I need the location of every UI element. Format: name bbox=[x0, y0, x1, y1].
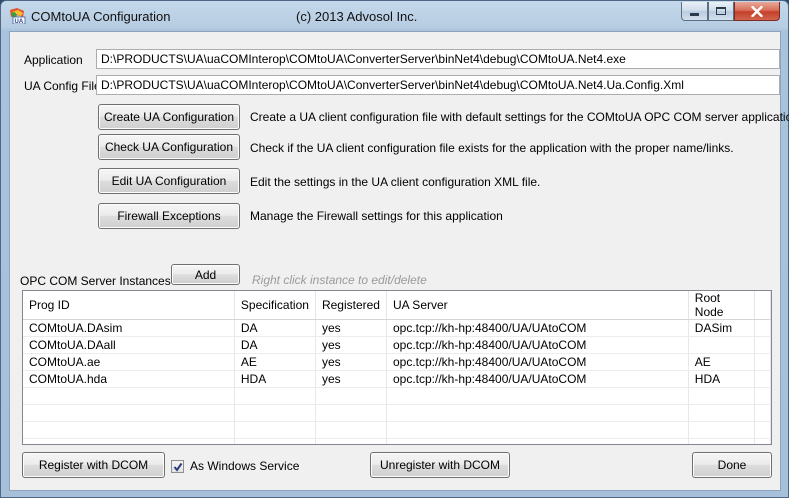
column-header-filler bbox=[754, 291, 771, 320]
ua-app-icon: UA bbox=[10, 8, 26, 24]
empty-row bbox=[23, 421, 771, 439]
instance-row[interactable]: COMtoUA.DAsim DA yes opc.tcp://kh-hp:484… bbox=[23, 319, 771, 337]
ua-config-file-label: UA Config File bbox=[24, 79, 101, 93]
root-node-cell: AE bbox=[688, 353, 756, 371]
check-ua-configuration-button[interactable]: Check UA Configuration bbox=[98, 134, 240, 160]
application-path-field[interactable]: D:\PRODUCTS\UA\uaCOMInterop\COMtoUA\Conv… bbox=[96, 49, 780, 69]
create-ua-configuration-button[interactable]: Create UA Configuration bbox=[98, 104, 240, 130]
ua-server-cell: opc.tcp://kh-hp:48400/UA/UAtoCOM bbox=[386, 319, 689, 337]
specification-cell: AE bbox=[234, 353, 316, 371]
svg-text:UA: UA bbox=[15, 19, 24, 24]
root-node-cell: HDA bbox=[688, 370, 756, 388]
create-ua-configuration-description: Create a UA client configuration file wi… bbox=[250, 110, 789, 124]
specification-cell: DA bbox=[234, 319, 316, 337]
column-header-ua-server[interactable]: UA Server bbox=[386, 291, 689, 320]
root-node-cell: DASim bbox=[688, 319, 756, 337]
instances-header-row: Prog ID Specification Registered UA Serv… bbox=[23, 291, 771, 320]
column-header-specification[interactable]: Specification bbox=[234, 291, 316, 320]
application-label: Application bbox=[24, 53, 83, 67]
registered-cell: yes bbox=[315, 336, 387, 354]
column-header-prog-id[interactable]: Prog ID bbox=[23, 291, 235, 320]
edit-ua-configuration-description: Edit the settings in the UA client confi… bbox=[250, 175, 541, 189]
instance-row[interactable]: COMtoUA.DAall DA yes opc.tcp://kh-hp:484… bbox=[23, 336, 771, 354]
ua-server-cell: opc.tcp://kh-hp:48400/UA/UAtoCOM bbox=[386, 336, 689, 354]
checkmark-icon bbox=[173, 462, 182, 472]
column-header-root-node[interactable]: Root Node bbox=[688, 291, 756, 320]
windows-service-checkbox[interactable] bbox=[171, 460, 184, 473]
close-button[interactable] bbox=[734, 2, 780, 21]
empty-row bbox=[23, 404, 771, 422]
maximize-button[interactable] bbox=[708, 2, 734, 21]
done-button[interactable]: Done bbox=[692, 452, 772, 478]
prog-id-cell: COMtoUA.hda bbox=[23, 370, 235, 388]
instance-row[interactable]: COMtoUA.hda HDA yes opc.tcp://kh-hp:4840… bbox=[23, 370, 771, 388]
maximize-icon bbox=[716, 7, 726, 15]
instances-hint: Right click instance to edit/delete bbox=[252, 273, 427, 287]
firewall-exceptions-description: Manage the Firewall settings for this ap… bbox=[250, 209, 503, 223]
specification-cell: HDA bbox=[234, 370, 316, 388]
empty-row bbox=[23, 438, 771, 444]
title-bar[interactable]: UA COMtoUA Configuration (c) 2013 Advoso… bbox=[1, 1, 788, 31]
root-node-cell bbox=[688, 336, 756, 354]
instances-grid[interactable]: Prog ID Specification Registered UA Serv… bbox=[22, 290, 772, 445]
check-ua-configuration-description: Check if the UA client configuration fil… bbox=[250, 141, 734, 155]
prog-id-cell: COMtoUA.DAall bbox=[23, 336, 235, 354]
edit-ua-configuration-button[interactable]: Edit UA Configuration bbox=[98, 168, 240, 194]
prog-id-cell: COMtoUA.DAsim bbox=[23, 319, 235, 337]
ua-server-cell: opc.tcp://kh-hp:48400/UA/UAtoCOM bbox=[386, 353, 689, 371]
minimize-icon bbox=[690, 12, 699, 16]
windows-service-label[interactable]: As Windows Service bbox=[190, 459, 299, 473]
register-with-dcom-button[interactable]: Register with DCOM bbox=[22, 452, 165, 478]
window-copyright: (c) 2013 Advosol Inc. bbox=[296, 9, 418, 24]
ua-config-file-field[interactable]: D:\PRODUCTS\UA\uaCOMInterop\COMtoUA\Conv… bbox=[96, 75, 780, 95]
prog-id-cell: COMtoUA.ae bbox=[23, 353, 235, 371]
config-window: UA COMtoUA Configuration (c) 2013 Advoso… bbox=[0, 0, 789, 498]
instances-table: Prog ID Specification Registered UA Serv… bbox=[23, 291, 771, 444]
add-instance-button[interactable]: Add bbox=[171, 264, 240, 285]
column-header-registered[interactable]: Registered bbox=[315, 291, 387, 320]
registered-cell: yes bbox=[315, 353, 387, 371]
firewall-exceptions-button[interactable]: Firewall Exceptions bbox=[98, 203, 240, 229]
minimize-button[interactable] bbox=[681, 2, 708, 21]
unregister-with-dcom-button[interactable]: Unregister with DCOM bbox=[370, 452, 510, 478]
dialog-client-area: Application D:\PRODUCTS\UA\uaCOMInterop\… bbox=[9, 31, 789, 491]
registered-cell: yes bbox=[315, 319, 387, 337]
window-title: COMtoUA Configuration bbox=[31, 9, 171, 24]
specification-cell: DA bbox=[234, 336, 316, 354]
registered-cell: yes bbox=[315, 370, 387, 388]
close-icon bbox=[751, 5, 763, 17]
instance-row[interactable]: COMtoUA.ae AE yes opc.tcp://kh-hp:48400/… bbox=[23, 353, 771, 371]
opc-com-server-instances-label: OPC COM Server Instances bbox=[20, 274, 171, 288]
empty-row bbox=[23, 387, 771, 405]
ua-server-cell: opc.tcp://kh-hp:48400/UA/UAtoCOM bbox=[386, 370, 689, 388]
